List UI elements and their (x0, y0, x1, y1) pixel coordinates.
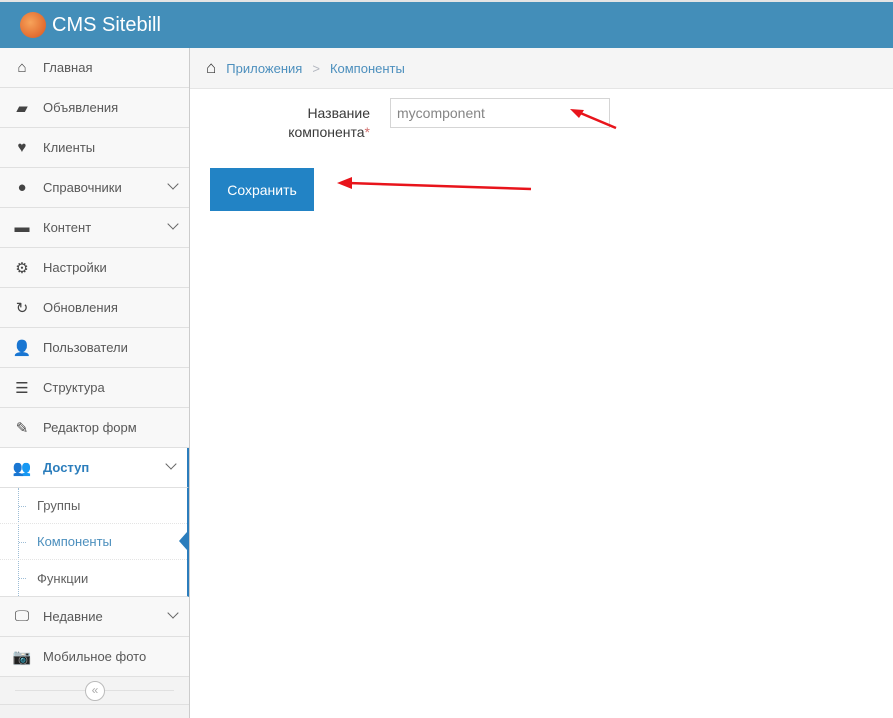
collapse-sidebar-button[interactable]: « (85, 681, 105, 701)
submenu-item-components[interactable]: Компоненты (0, 524, 187, 560)
sidebar-item-updates[interactable]: ↻ Обновления (0, 288, 189, 328)
component-name-input[interactable] (390, 98, 610, 128)
access-submenu: Группы Компоненты Функции (0, 488, 189, 597)
breadcrumb-components[interactable]: Компоненты (330, 61, 405, 76)
sidebar-item-label: Пользователи (43, 340, 128, 355)
list-icon: ☰ (15, 379, 29, 397)
top-navbar: CMS Sitebill (0, 0, 893, 48)
required-marker: * (364, 124, 370, 140)
label-line2: компонента (288, 124, 365, 140)
sidebar-item-label: Справочники (43, 180, 122, 195)
chevron-down-icon (167, 218, 179, 230)
sidebar-item-directories[interactable]: ● Справочники (0, 168, 189, 208)
sidebar-item-label: Мобильное фото (43, 649, 147, 664)
chevron-down-icon (167, 178, 179, 190)
user-icon: 👤 (12, 339, 32, 357)
home-icon[interactable]: ⌂ (206, 58, 216, 78)
sidebar-collapse: « (0, 677, 189, 705)
sidebar-item-label: Настройки (43, 260, 107, 275)
submenu-item-functions[interactable]: Функции (0, 560, 187, 596)
sidebar-item-label: Объявления (43, 100, 119, 115)
sidebar-item-content[interactable]: ▬ Контент (0, 208, 189, 248)
home-icon: ⌂ (17, 59, 27, 76)
sidebar-item-settings[interactable]: ⚙ Настройки (0, 248, 189, 288)
sidebar-item-label: Контент (43, 220, 92, 235)
gear-icon: ⚙ (15, 259, 29, 277)
sidebar-item-label: Недавние (43, 609, 103, 624)
component-name-label: Название компонента* (240, 104, 370, 142)
sidebar-item-access[interactable]: 👥 Доступ (0, 448, 189, 488)
sidebar-item-label: Клиенты (43, 140, 96, 155)
refresh-icon: ↻ (15, 299, 29, 317)
sidebar-item-clients[interactable]: ♥ Клиенты (0, 128, 189, 168)
heart-icon: ♥ (17, 139, 27, 156)
logo-dragon-icon (20, 12, 46, 38)
arrowhead (337, 177, 352, 189)
breadcrumb-applications[interactable]: Приложения (226, 61, 302, 76)
sidebar-item-mobile-photo[interactable]: 📷 Мобильное фото (0, 637, 189, 677)
label-line1: Название (307, 105, 370, 121)
sidebar-item-label: Структура (43, 380, 105, 395)
desktop-icon: 🖵 (14, 608, 30, 625)
edit-icon: ✎ (15, 419, 29, 437)
sidebar-item-recent[interactable]: 🖵 Недавние (0, 597, 189, 637)
camera-icon: 📷 (12, 648, 32, 666)
chevron-down-icon (167, 607, 179, 619)
sidebar-item-label: Главная (43, 60, 93, 75)
annotation-arrow-save (347, 181, 532, 191)
sidebar-item-label: Редактор форм (43, 420, 137, 435)
breadcrumb-separator: > (312, 60, 320, 76)
breadcrumb: ⌂ Приложения > Компоненты (190, 48, 893, 89)
sidebar-item-label: Обновления (43, 300, 118, 315)
sidebar: ⌂ Главная ▰ Объявления ♥ Клиенты ● Справочни… (0, 48, 190, 718)
sidebar-item-home[interactable]: ⌂ Главная (0, 48, 189, 88)
sidebar-item-label: Доступ (43, 460, 90, 475)
brand-title[interactable]: CMS Sitebill (52, 14, 161, 37)
globe-icon: ● (17, 179, 27, 196)
users-icon: 👥 (12, 459, 32, 477)
book-icon: ▰ (16, 99, 28, 117)
sidebar-item-form-editor[interactable]: ✎ Редактор форм (0, 408, 189, 448)
chevron-down-icon (165, 458, 177, 470)
save-button[interactable]: Сохранить (210, 168, 314, 211)
sidebar-item-structure[interactable]: ☰ Структура (0, 368, 189, 408)
sidebar-item-ads[interactable]: ▰ Объявления (0, 88, 189, 128)
sidebar-item-users[interactable]: 👤 Пользователи (0, 328, 189, 368)
submenu-item-groups[interactable]: Группы (0, 488, 187, 524)
coffee-icon: ▬ (14, 219, 30, 236)
